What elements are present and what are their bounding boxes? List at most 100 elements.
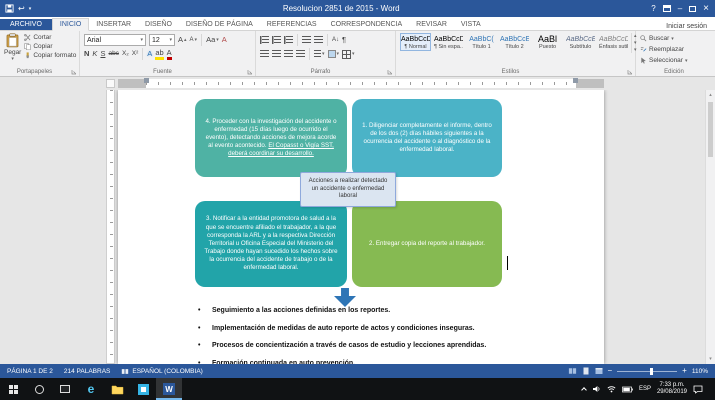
indent-marker-right[interactable] [573,78,578,83]
ribbon-display-options-icon[interactable] [663,5,671,12]
tab-revisar[interactable]: REVISAR [409,19,454,30]
close-button[interactable]: × [703,4,709,14]
underline-button[interactable]: S [100,50,105,58]
decrease-indent-button[interactable] [302,36,311,44]
bullets-button[interactable] [260,36,269,44]
list-item[interactable]: •Procesos de concientización a través de… [198,342,588,350]
word-count[interactable]: 214 PALABRAS [64,368,111,375]
subscript-button[interactable]: X₂ [122,50,129,58]
diagram-box-3[interactable]: 3. Notificar a la entidad promotora de s… [195,201,347,287]
tab-referencias[interactable]: REFERENCIAS [260,19,324,30]
start-button[interactable] [0,378,26,400]
notification-center-icon[interactable] [693,385,703,394]
align-center-button[interactable] [272,50,281,58]
font-size-combo[interactable]: 12▾ [149,34,175,46]
tab-correspondencia[interactable]: CORRESPONDENCIA [324,19,410,30]
paste-dropdown-icon[interactable]: ▾ [11,56,14,62]
vertical-scrollbar[interactable]: ▴ ▾ [705,90,715,364]
style-sin-espaciado[interactable]: AaBbCcDc¶ Sin espa... [433,33,464,51]
horizontal-ruler[interactable] [118,79,604,88]
style-titulo-2[interactable]: AaBbCcETítulo 2 [499,33,530,51]
strikethrough-button[interactable]: abc [108,50,118,58]
restore-button[interactable] [689,6,696,12]
diagram-box-1[interactable]: 1. Diligenciar completamente el informe,… [352,99,502,177]
multilevel-list-button[interactable] [284,36,293,44]
dialog-launcher-icon[interactable] [387,69,393,75]
vertical-ruler[interactable] [106,90,115,364]
document-page[interactable]: 4. Proceder con la investigación del acc… [118,90,604,364]
taskbar-store[interactable] [130,378,156,400]
align-right-button[interactable] [284,50,293,58]
bold-button[interactable]: N [84,50,89,58]
tab-inicio[interactable]: INICIO [52,18,89,31]
style-normal[interactable]: AaBbCcDc¶ Normal [400,33,431,51]
tab-archivo[interactable]: ARCHIVO [0,19,52,30]
zoom-out-button[interactable]: − [608,367,613,375]
speaker-icon[interactable] [592,385,601,393]
tab-diseno[interactable]: DISEÑO [138,19,179,30]
dialog-launcher-icon[interactable] [247,69,253,75]
zoom-slider[interactable] [617,371,677,372]
page-indicator[interactable]: PÁGINA 1 DE 2 [7,368,53,375]
format-painter-button[interactable]: Copiar formato [24,52,76,59]
language-indicator[interactable]: ESPAÑOL (COLOMBIA) [121,368,202,375]
justify-button[interactable] [296,50,305,58]
task-view-button[interactable] [52,378,78,400]
indent-marker-left[interactable] [144,78,149,83]
shading-button[interactable]: ▾ [328,50,340,58]
diagram-box-2[interactable]: 2. Entregar copia del reporte al trabaja… [352,201,502,287]
scroll-down-icon[interactable]: ▾ [706,354,715,364]
change-case-button[interactable]: Aa▾ [206,36,219,44]
diagram-box-4[interactable]: 4. Proceder con la investigación del acc… [195,99,347,177]
clear-formatting-button[interactable]: A [222,36,227,44]
style-titulo-1[interactable]: AaBbC(Título 1 [466,33,497,51]
zoom-in-button[interactable]: + [682,367,687,375]
find-button[interactable]: Buscar ▾ [640,33,708,44]
tray-expand-icon[interactable] [581,387,587,393]
tab-selector[interactable] [106,79,115,88]
save-icon[interactable] [5,4,14,13]
dialog-launcher-icon[interactable] [627,69,633,75]
language-badge[interactable]: ESP [639,386,651,392]
taskbar-file-explorer[interactable] [104,378,130,400]
style-subtitulo[interactable]: AaBbCcESubtítulo [565,33,596,51]
cut-button[interactable]: Cortar [24,34,76,41]
scrollbar-thumb[interactable] [708,102,713,157]
select-button[interactable]: Seleccionar ▾ [640,55,708,66]
align-left-button[interactable] [260,50,269,58]
minimize-button[interactable]: – [678,4,682,13]
zoom-level[interactable]: 110% [692,368,708,375]
down-arrow-shape[interactable] [334,288,356,307]
superscript-button[interactable]: X² [132,50,139,58]
increase-indent-button[interactable] [314,36,323,44]
replace-button[interactable]: Reemplazar [640,44,708,55]
zoom-slider-thumb[interactable] [650,368,653,375]
style-puesto[interactable]: AaBlPuesto [532,33,563,51]
battery-icon[interactable] [622,386,633,393]
print-layout-icon[interactable] [582,367,590,375]
taskbar-edge[interactable]: e [78,378,104,400]
italic-button[interactable]: K [92,50,97,58]
search-button[interactable] [26,378,52,400]
taskbar-word[interactable]: W [156,378,182,400]
highlight-color-button[interactable]: ab [155,49,163,60]
grow-font-button[interactable]: A▴ [178,36,187,44]
list-item[interactable]: •Formación continuada en auto prevención… [198,360,588,365]
tab-insertar[interactable]: INSERTAR [89,19,138,30]
diagram-center-box[interactable]: Acciones a realizar detectado un acciden… [300,172,396,207]
show-marks-button[interactable]: ¶ [342,36,346,44]
style-enfasis-sutil[interactable]: AaBbCcDiÉnfasis sutil [598,33,629,51]
help-icon[interactable]: ? [651,4,655,13]
read-mode-icon[interactable] [568,367,577,375]
tab-diseno-de-pagina[interactable]: DISEÑO DE PÁGINA [179,19,260,30]
tab-vista[interactable]: VISTA [454,19,488,30]
sign-in-link[interactable]: Iniciar sesión [666,23,715,30]
list-item[interactable]: •Seguimiento a las acciones definidas en… [198,307,588,315]
scroll-up-icon[interactable]: ▴ [706,90,715,100]
sort-button[interactable]: A↓ [332,36,339,44]
clock[interactable]: 7:33 p.m. 29/08/2019 [657,382,687,396]
text-effects-button[interactable]: A [147,50,152,58]
dialog-launcher-icon[interactable] [71,69,77,75]
copy-button[interactable]: Copiar [24,43,76,50]
list-item[interactable]: •Implementación de medidas de auto repor… [198,325,588,333]
